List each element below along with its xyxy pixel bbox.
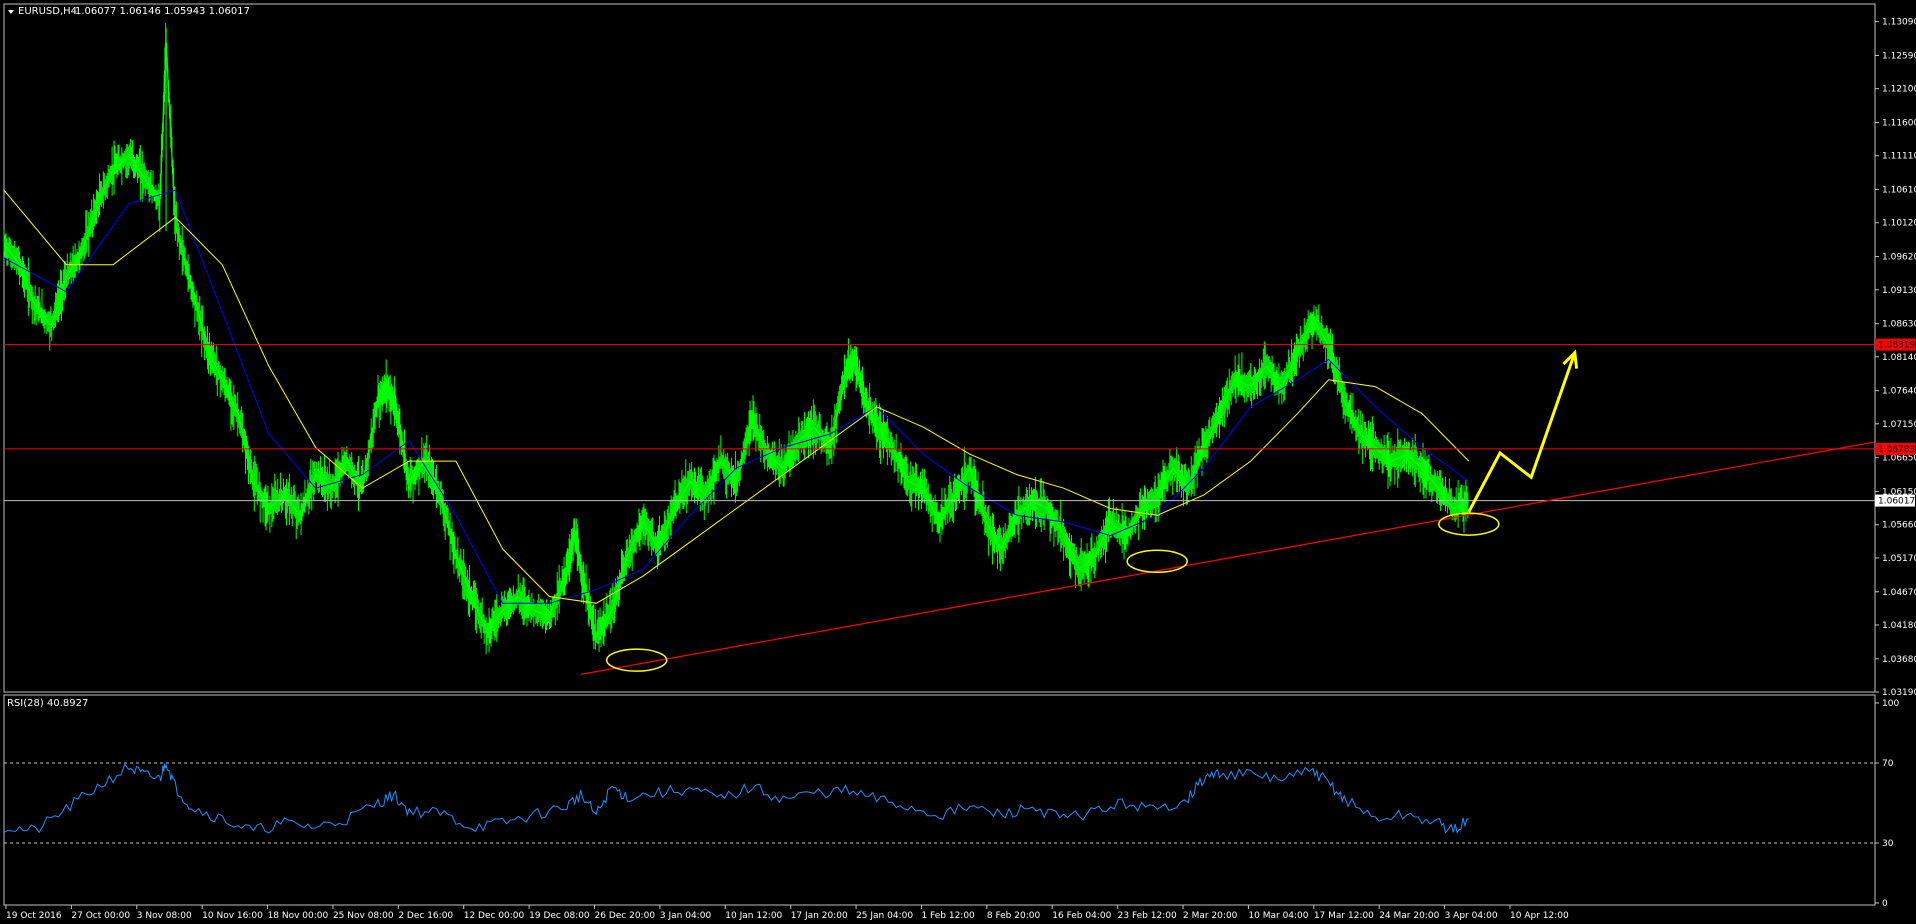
time-tick-label: 3 Nov 08:00	[137, 911, 192, 921]
rsi-tick-label: 0	[1882, 899, 1888, 909]
rsi-header: RSI(28) 40.8927	[7, 698, 88, 709]
price-tick-label: 1.05170	[1882, 554, 1916, 564]
price-tick-label: 1.07150	[1882, 420, 1916, 430]
time-tick-label: 25 Jan 04:00	[856, 911, 913, 921]
rsi-tick-label: 70	[1882, 759, 1894, 769]
time-tick-label: 17 Mar 12:00	[1314, 911, 1374, 921]
time-tick-label: 1 Feb 12:00	[921, 911, 975, 921]
price-tick-label: 1.05660	[1882, 521, 1916, 531]
price-tick-label: 1.06650	[1882, 454, 1916, 464]
price-tick-label: 1.08140	[1882, 353, 1916, 363]
time-tick-label: 10 Apr 12:00	[1510, 911, 1569, 921]
price-tick-label: 1.13090	[1882, 18, 1916, 28]
rsi-tick-label: 30	[1882, 839, 1894, 849]
time-tick-label: 16 Feb 04:00	[1052, 911, 1111, 921]
chart-background	[0, 0, 1916, 924]
price-tick-label: 1.07640	[1882, 387, 1916, 397]
ohlc-values: 1.06077 1.06146 1.05943 1.06017	[75, 6, 250, 17]
level-price-tag-label: 1.08319	[1878, 341, 1915, 351]
time-tick-label: 10 Mar 04:00	[1248, 911, 1308, 921]
price-tick-label: 1.10120	[1882, 219, 1916, 229]
price-tick-label: 1.09130	[1882, 286, 1916, 296]
price-tick-label: 1.12590	[1882, 51, 1916, 61]
price-tick-label: 1.08630	[1882, 320, 1916, 330]
rsi-tick-label: 100	[1882, 699, 1899, 709]
time-tick-label: 19 Dec 08:00	[529, 911, 590, 921]
time-tick-label: 19 Oct 2016	[6, 911, 62, 921]
chart-header: EURUSD,H4 1.06077 1.06146 1.05943 1.0601…	[8, 6, 250, 17]
time-tick-label: 17 Jan 20:00	[791, 911, 848, 921]
time-tick-label: 26 Dec 20:00	[595, 911, 656, 921]
time-tick-label: 23 Feb 12:00	[1118, 911, 1177, 921]
time-tick-label: 12 Dec 00:00	[464, 911, 525, 921]
time-tick-label: 10 Jan 12:00	[725, 911, 782, 921]
price-tick-label: 1.09620	[1882, 253, 1916, 263]
symbol-label: EURUSD,H4	[18, 6, 77, 17]
price-tick-label: 1.11600	[1882, 119, 1916, 129]
price-tick-label: 1.04180	[1882, 621, 1916, 631]
time-tick-label: 18 Nov 00:00	[268, 911, 329, 921]
time-tick-label: 10 Nov 16:00	[202, 911, 263, 921]
time-tick-label: 27 Oct 00:00	[71, 911, 130, 921]
time-tick-label: 3 Jan 04:00	[660, 911, 712, 921]
price-tick-label: 1.11110	[1882, 152, 1916, 162]
time-tick-label: 24 Mar 20:00	[1379, 911, 1439, 921]
price-axis: 1.13090 1.12590 1.12100 1.11600 1.11110 1.106…	[1875, 18, 1916, 698]
price-tick-label: 1.12100	[1882, 85, 1916, 95]
price-tick-label: 1.03680	[1882, 655, 1916, 665]
time-tick-label: 2 Mar 20:00	[1183, 911, 1238, 921]
price-tick-label: 1.03190	[1882, 688, 1916, 698]
trading-chart[interactable]: 1.13090 1.12590 1.12100 1.11600 1.11110 1.106…	[0, 0, 1916, 924]
price-tick-label: 1.04670	[1882, 588, 1916, 598]
time-tick-label: 2 Dec 16:00	[398, 911, 453, 921]
price-tick-label: 1.10610	[1882, 186, 1916, 196]
level-price-tag-label: 1.06783	[1878, 445, 1915, 455]
time-tick-label: 8 Feb 20:00	[987, 911, 1041, 921]
time-tick-label: 25 Nov 08:00	[333, 911, 394, 921]
current-price-tag-label: 1.06017	[1878, 497, 1915, 507]
time-tick-label: 3 Apr 04:00	[1445, 911, 1498, 921]
